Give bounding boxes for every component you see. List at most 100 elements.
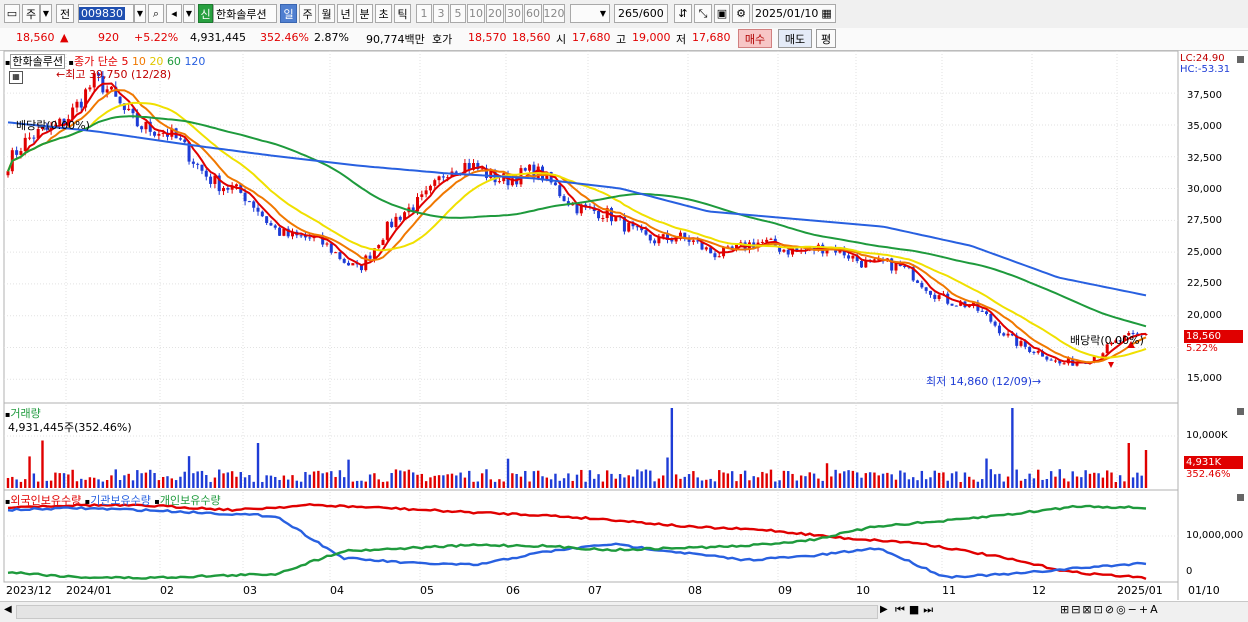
stock-chart <box>3 50 1244 600</box>
volume-bar <box>330 471 333 488</box>
legend-foreign: 외국인보유수량 <box>10 494 82 507</box>
nav-controls[interactable]: ⏮■⏭ <box>895 603 937 617</box>
volume-bar <box>325 472 329 488</box>
candle-body <box>860 261 863 268</box>
zoom-controls[interactable]: ⊞⊟⊠⊡⊘◎−+A <box>1060 603 1160 616</box>
volume-bar <box>32 473 36 488</box>
volume-bar <box>84 479 87 488</box>
candle-body <box>1032 351 1036 353</box>
volume-bar <box>670 408 674 488</box>
volume-bar <box>170 478 174 488</box>
volume-bar <box>541 476 544 488</box>
volume-bar <box>567 473 570 488</box>
volume-bar <box>687 474 691 488</box>
candle-body <box>1045 356 1049 360</box>
panel-close-icon <box>1237 56 1244 63</box>
volume-bar <box>588 470 592 488</box>
volume-bar <box>644 469 648 488</box>
candle-body <box>222 187 226 192</box>
table-icon[interactable]: ▦ <box>9 71 23 84</box>
volume-bar <box>437 475 441 488</box>
candle-body <box>1053 360 1057 362</box>
volume-bar <box>989 469 993 488</box>
candle-body <box>497 181 501 183</box>
price-ytick: 15,000 <box>1187 373 1222 384</box>
volume-bar <box>769 469 773 488</box>
volume-bar <box>903 472 906 488</box>
volume-bar <box>200 470 204 488</box>
candle-body <box>428 185 432 191</box>
candle-body <box>847 255 851 259</box>
candle-body <box>118 96 122 104</box>
volume-bar <box>360 480 363 488</box>
candle-body <box>782 249 786 252</box>
volume-bar <box>580 469 583 488</box>
volume-bar <box>1049 471 1053 488</box>
ma60-line <box>7 115 1147 328</box>
volume-readout: 4,931,445주(352.46%) <box>8 421 132 434</box>
candle-body <box>196 163 200 165</box>
candle-body <box>523 168 527 171</box>
volume-bar <box>674 474 678 488</box>
volume-ytick: 10,000K <box>1186 430 1228 441</box>
volume-bar <box>218 469 221 488</box>
candle-body <box>851 255 855 259</box>
volume-bar <box>868 472 872 488</box>
candle-body <box>661 234 665 237</box>
x-axis-label: 03 <box>243 584 257 597</box>
ma10-line <box>7 88 1147 364</box>
volume-bar <box>472 481 475 488</box>
volume-last-pct: 352.46% <box>1186 469 1231 480</box>
hc-label: HC:-53.31 <box>1180 64 1231 75</box>
candle-body <box>334 252 338 254</box>
volume-bar <box>213 477 217 488</box>
candle-body <box>670 239 674 242</box>
volume-bar <box>972 479 975 488</box>
volume-bar <box>416 474 419 488</box>
panel-close-icon <box>1237 494 1244 501</box>
price-ytick: 32,500 <box>1187 153 1222 164</box>
candle-body <box>79 101 83 108</box>
volume-bar <box>924 479 928 488</box>
candle-body <box>916 280 920 283</box>
volume-bar <box>834 469 837 488</box>
volume-bar <box>67 474 70 488</box>
candle-body <box>928 290 932 295</box>
price-ytick: 35,000 <box>1187 121 1222 132</box>
candle-body <box>234 184 238 187</box>
volume-bar <box>54 472 57 488</box>
candle-body <box>183 139 187 143</box>
scroll-right-icon[interactable]: ▶ <box>880 604 888 615</box>
candle-body <box>226 187 230 190</box>
volume-bar <box>545 477 549 488</box>
volume-bar <box>429 477 432 488</box>
lc-label: LC:24.90 <box>1180 53 1225 64</box>
candle-body <box>601 218 605 220</box>
volume-bar <box>187 456 191 488</box>
volume-bar <box>153 473 156 488</box>
volume-bar <box>394 469 398 488</box>
volume-bar <box>812 473 816 488</box>
volume-bar <box>1131 477 1135 488</box>
volume-bar <box>49 480 53 488</box>
horizontal-scrollbar[interactable] <box>16 605 878 619</box>
volume-bar <box>1084 470 1087 488</box>
scroll-left-icon[interactable]: ◀ <box>4 604 12 615</box>
volume-bar <box>1002 481 1005 488</box>
volume-bar <box>1041 479 1044 488</box>
volume-bar <box>618 474 622 488</box>
volume-bar <box>1093 472 1096 488</box>
volume-bar <box>157 480 161 488</box>
volume-bar <box>907 479 911 488</box>
volume-bar <box>756 477 760 488</box>
volume-bar <box>1140 475 1143 488</box>
x-axis-label: 01/10 <box>1188 584 1220 597</box>
candle-body <box>989 313 993 322</box>
volume-bar <box>485 469 488 488</box>
volume-bar <box>851 470 855 488</box>
volume-bar <box>748 480 751 488</box>
volume-bar <box>528 481 531 488</box>
volume-bar <box>45 480 48 488</box>
volume-bar <box>101 481 105 488</box>
volume-bar <box>282 475 286 488</box>
